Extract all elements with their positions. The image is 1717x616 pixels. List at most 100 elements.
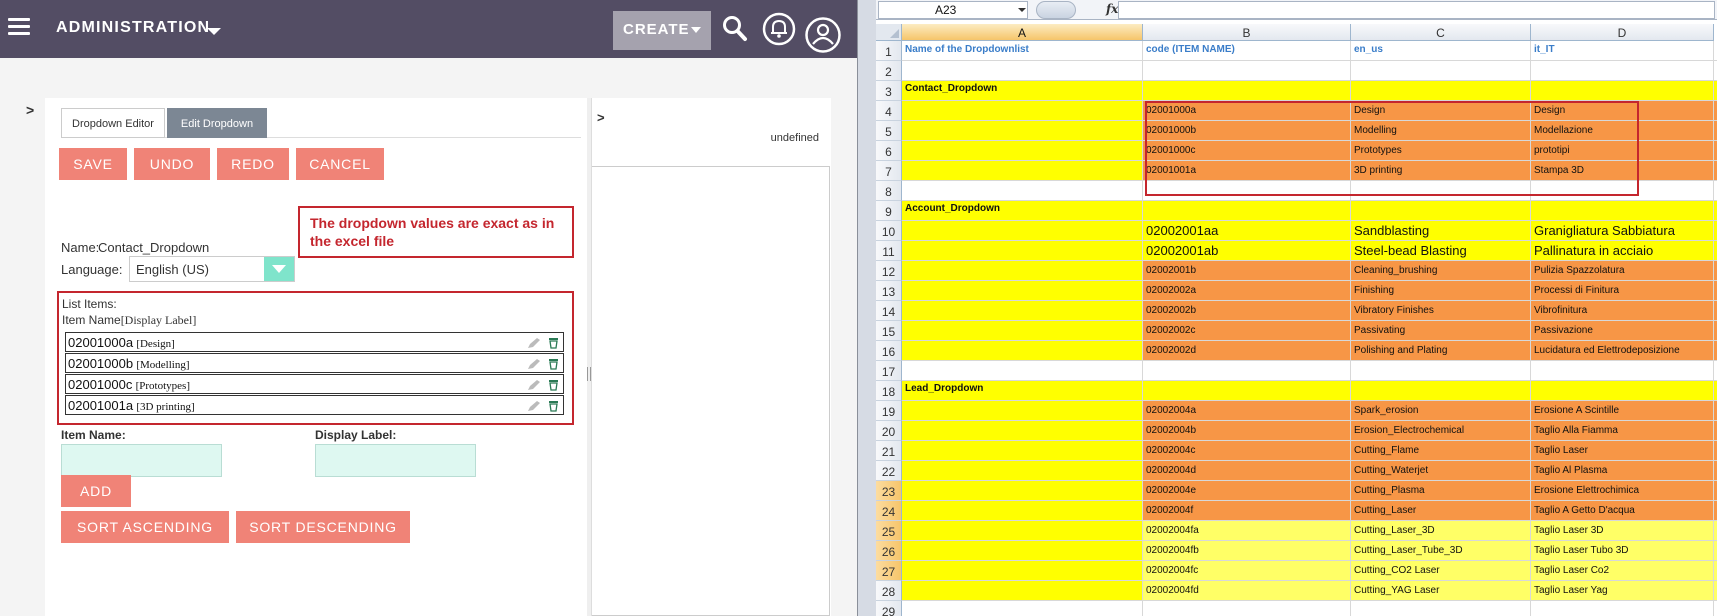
row-header-29[interactable]: 29 <box>876 601 902 616</box>
row-header-14[interactable]: 14 <box>876 301 902 321</box>
cell-b-row-19[interactable]: 02002004a <box>1143 405 1350 416</box>
cell-b-row-24[interactable]: 02002004f <box>1143 505 1350 516</box>
spreadsheet-grid[interactable]: A B C D 1 2 3 4 5 6 7 8 9 10 11 12 13 14 15 16 17 18 19 20 2… <box>876 24 1717 616</box>
cell-b-row-26[interactable]: 02002004fb <box>1143 545 1350 556</box>
cell-b-row-23[interactable]: 02002004e <box>1143 485 1350 496</box>
cell-d-row-15[interactable]: Passivazione <box>1531 325 1713 336</box>
row-header-3[interactable]: 3 <box>876 81 902 101</box>
tab-edit-dropdown[interactable]: Edit Dropdown <box>167 108 267 138</box>
row-header-4[interactable]: 4 <box>876 101 902 121</box>
pencil-icon[interactable] <box>527 358 541 370</box>
cell-d-row-20[interactable]: Taglio Alla Fiamma <box>1531 425 1713 436</box>
row-header-17[interactable]: 17 <box>876 361 902 381</box>
trash-icon[interactable] <box>548 358 559 370</box>
cell-b-row-15[interactable]: 02002002c <box>1143 325 1350 336</box>
fx-icon[interactable]: fx <box>1106 2 1118 16</box>
cell-d-row-25[interactable]: Taglio Laser 3D <box>1531 525 1713 536</box>
add-button[interactable]: ADD <box>61 475 131 507</box>
trash-icon[interactable] <box>548 400 559 412</box>
cell-c-row-22[interactable]: Cutting_Waterjet <box>1351 465 1530 476</box>
row-header-25[interactable]: 25 <box>876 521 902 541</box>
sort-descending-button[interactable]: SORT DESCENDING <box>236 511 410 543</box>
row-header-6[interactable]: 6 <box>876 141 902 161</box>
cell-d-row-12[interactable]: Pulizia Spazzolatura <box>1531 265 1713 276</box>
row-header-28[interactable]: 28 <box>876 581 902 601</box>
cell-d-row-26[interactable]: Taglio Laser Tubo 3D <box>1531 545 1713 556</box>
cell-b-row-13[interactable]: 02002002a <box>1143 285 1350 296</box>
cell-c-row-13[interactable]: Finishing <box>1351 285 1530 296</box>
cell-d-row-27[interactable]: Taglio Laser Co2 <box>1531 565 1713 576</box>
cancel-button[interactable]: CANCEL <box>296 148 384 180</box>
row-header-24[interactable]: 24 <box>876 501 902 521</box>
chevron-down-icon[interactable] <box>207 28 221 35</box>
row-header-11[interactable]: 11 <box>876 241 902 261</box>
cell-b-row-21[interactable]: 02002004c <box>1143 445 1350 456</box>
bell-icon[interactable] <box>762 12 796 46</box>
row-header-7[interactable]: 7 <box>876 161 902 181</box>
formula-input[interactable] <box>1118 1 1715 19</box>
row-header-2[interactable]: 2 <box>876 61 902 81</box>
cell-c-row-11[interactable]: Steel-bead Blasting <box>1351 243 1530 258</box>
expand-preview-toggle[interactable]: > <box>597 110 605 125</box>
cell-d-row-23[interactable]: Erosione Elettrochimica <box>1531 485 1713 496</box>
cell-d-row-28[interactable]: Taglio Laser Yag <box>1531 585 1713 596</box>
cell-b-row-10[interactable]: 02002001aa <box>1143 223 1350 238</box>
pencil-icon[interactable] <box>527 400 541 412</box>
display-label-input[interactable] <box>315 444 476 477</box>
cell-d-row-21[interactable]: Taglio Laser <box>1531 445 1713 456</box>
select-all-corner[interactable] <box>876 24 902 41</box>
row-header-18[interactable]: 18 <box>876 381 902 401</box>
chevron-down-icon[interactable] <box>1018 8 1026 12</box>
row-header-5[interactable]: 5 <box>876 121 902 141</box>
pencil-icon[interactable] <box>527 337 541 349</box>
cell-c-row-12[interactable]: Cleaning_brushing <box>1351 265 1530 276</box>
search-icon[interactable] <box>722 15 748 43</box>
cell-c-row-27[interactable]: Cutting_CO2 Laser <box>1351 565 1530 576</box>
cell-b-row-12[interactable]: 02002001b <box>1143 265 1350 276</box>
cell-b-row-14[interactable]: 02002002b <box>1143 305 1350 316</box>
cell-d-row-19[interactable]: Erosione A Scintille <box>1531 405 1713 416</box>
cell-c-row-21[interactable]: Cutting_Flame <box>1351 445 1530 456</box>
row-header-22[interactable]: 22 <box>876 461 902 481</box>
cell-d-row-13[interactable]: Processi di Finitura <box>1531 285 1713 296</box>
cell-c-row-28[interactable]: Cutting_YAG Laser <box>1351 585 1530 596</box>
cell-c-row-24[interactable]: Cutting_Laser <box>1351 505 1530 516</box>
chevron-down-icon[interactable] <box>264 257 294 281</box>
formula-toggle[interactable] <box>1036 1 1076 19</box>
list-item[interactable]: 02001000b [Modelling] <box>65 353 564 373</box>
header-cell-d[interactable]: it_IT <box>1531 44 1713 55</box>
row-header-27[interactable]: 27 <box>876 561 902 581</box>
cell-b-row-27[interactable]: 02002004fc <box>1143 565 1350 576</box>
row-header-19[interactable]: 19 <box>876 401 902 421</box>
expand-panel-toggle[interactable]: > <box>26 102 34 118</box>
user-icon[interactable] <box>804 16 842 54</box>
row-header-26[interactable]: 26 <box>876 541 902 561</box>
cell-c-row-19[interactable]: Spark_erosion <box>1351 405 1530 416</box>
sort-ascending-button[interactable]: SORT ASCENDING <box>61 511 229 543</box>
module-title[interactable]: ADMINISTRATION <box>56 19 210 37</box>
cell-c-row-25[interactable]: Cutting_Laser_3D <box>1351 525 1530 536</box>
create-dropdown-icon[interactable] <box>691 27 701 33</box>
list-item[interactable]: 02001000c [Prototypes] <box>65 374 564 394</box>
cell-d-row-16[interactable]: Lucidatura ed Elettrodeposizione <box>1531 345 1713 356</box>
row-header-9[interactable]: 9 <box>876 201 902 221</box>
cell-c-row-23[interactable]: Cutting_Plasma <box>1351 485 1530 496</box>
column-header-b[interactable]: B <box>1143 24 1351 41</box>
cell-b-row-22[interactable]: 02002004d <box>1143 465 1350 476</box>
cell-c-row-20[interactable]: Erosion_Electrochemical <box>1351 425 1530 436</box>
header-cell-a[interactable]: Name of the Dropdownlist <box>902 44 1142 55</box>
cell-b-row-25[interactable]: 02002004fa <box>1143 525 1350 536</box>
tab-dropdown-editor[interactable]: Dropdown Editor <box>61 108 165 138</box>
cell-b-row-20[interactable]: 02002004b <box>1143 425 1350 436</box>
group-cell-account[interactable]: Account_Dropdown <box>902 203 1142 214</box>
pencil-icon[interactable] <box>527 379 541 391</box>
cell-b-row-28[interactable]: 02002004fd <box>1143 585 1350 596</box>
group-cell-lead[interactable]: Lead_Dropdown <box>902 383 1142 394</box>
header-cell-b[interactable]: code (ITEM NAME) <box>1143 44 1350 55</box>
row-header-20[interactable]: 20 <box>876 421 902 441</box>
cell-c-row-15[interactable]: Passivating <box>1351 325 1530 336</box>
trash-icon[interactable] <box>548 379 559 391</box>
trash-icon[interactable] <box>548 337 559 349</box>
group-cell-contact[interactable]: Contact_Dropdown <box>902 83 1142 94</box>
hamburger-icon[interactable] <box>8 18 30 36</box>
